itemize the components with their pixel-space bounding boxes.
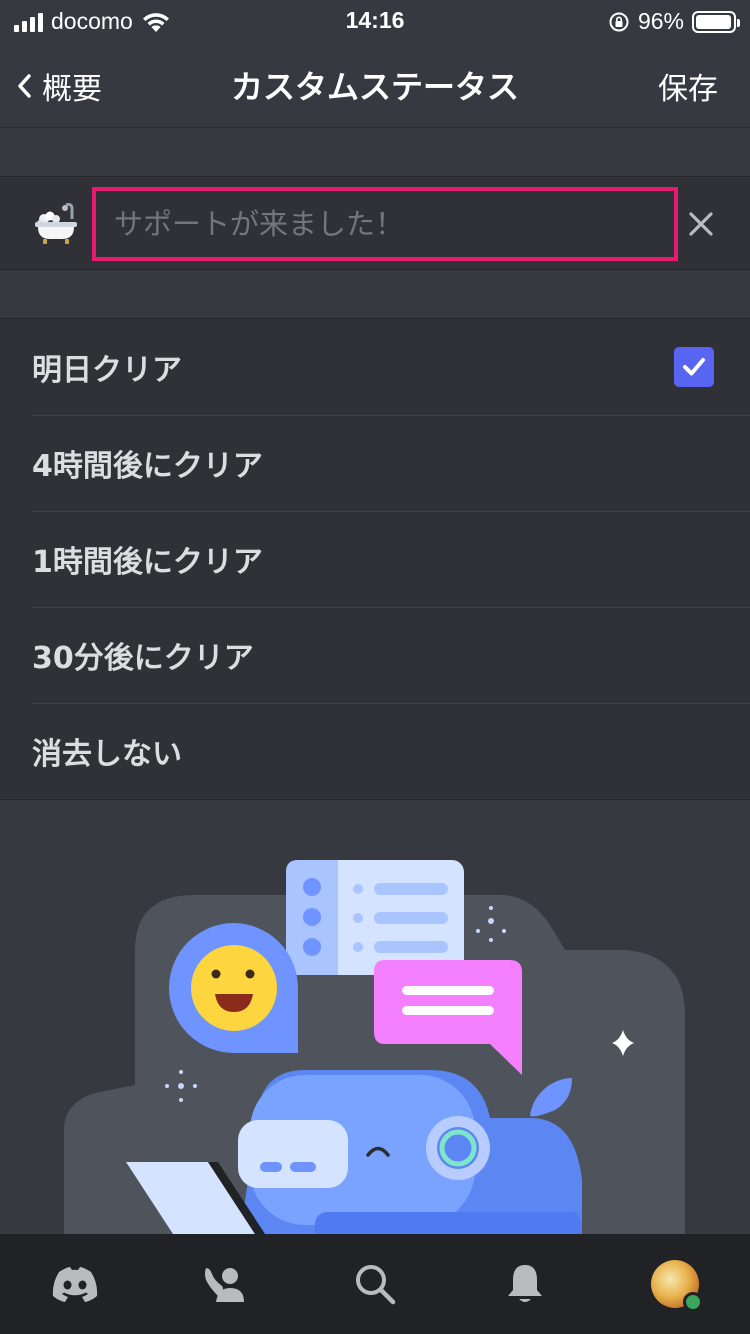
option-clear-1-hour[interactable]: 1時間後にクリア — [0, 511, 750, 607]
section-spacer — [0, 128, 750, 176]
option-label: 4時間後にクリア — [32, 449, 263, 484]
discord-logo-icon — [52, 1267, 98, 1302]
option-clear-tomorrow[interactable]: 明日クリア — [0, 319, 750, 415]
close-icon — [689, 212, 713, 236]
tab-home[interactable] — [0, 1234, 150, 1334]
option-label: 消去しない — [32, 737, 182, 772]
bathtub-emoji-icon — [35, 203, 77, 244]
highlight-outline — [92, 187, 678, 261]
option-label: 30分後にクリア — [32, 641, 254, 676]
back-button-label: 概要 — [42, 72, 102, 107]
checkmark-icon — [683, 358, 705, 376]
option-clear-4-hours[interactable]: 4時間後にクリア — [0, 415, 750, 511]
navigation-bar: 概要 カスタムステータス 保存 — [0, 42, 750, 128]
clear-status-button[interactable] — [684, 207, 718, 241]
bell-icon — [508, 1265, 542, 1302]
status-bar: docomo 14:16 96% — [0, 0, 750, 42]
option-label: 明日クリア — [32, 353, 182, 388]
custom-status-row — [0, 176, 750, 270]
tab-friends[interactable] — [150, 1234, 300, 1334]
friends-icon — [205, 1268, 244, 1302]
checkbox-checked[interactable] — [674, 347, 714, 387]
save-button[interactable]: 保存 — [658, 64, 718, 108]
custom-status-input[interactable] — [96, 191, 674, 257]
battery-icon — [692, 10, 740, 33]
option-never-clear[interactable]: 消去しない — [0, 703, 750, 799]
back-button[interactable]: 概要 — [14, 64, 102, 108]
battery-percentage: 96% — [637, 8, 684, 34]
battery-level — [696, 14, 731, 29]
option-clear-30-minutes[interactable]: 30分後にクリア — [0, 607, 750, 703]
page-title: カスタムステータス — [230, 68, 519, 106]
orientation-lock-icon — [609, 12, 629, 31]
clear-after-options: 明日クリア 4時間後にクリア 1時間後にクリア 30分後にクリア 消去しない — [0, 318, 750, 800]
section-spacer — [0, 270, 750, 318]
illustration-graphic — [64, 860, 685, 1234]
bottom-tab-bar — [0, 1234, 750, 1334]
online-status-indicator — [683, 1292, 703, 1312]
option-label: 1時間後にクリア — [32, 545, 263, 580]
status-illustration — [0, 800, 750, 1234]
tab-search[interactable] — [300, 1234, 450, 1334]
emoji-picker-button[interactable] — [32, 199, 80, 247]
avatar — [651, 1260, 703, 1312]
status-bar-right: 96% — [608, 8, 740, 35]
chevron-left-icon — [18, 74, 31, 98]
search-icon — [356, 1265, 396, 1305]
tab-notifications[interactable] — [450, 1234, 600, 1334]
tab-profile[interactable] — [600, 1234, 750, 1334]
